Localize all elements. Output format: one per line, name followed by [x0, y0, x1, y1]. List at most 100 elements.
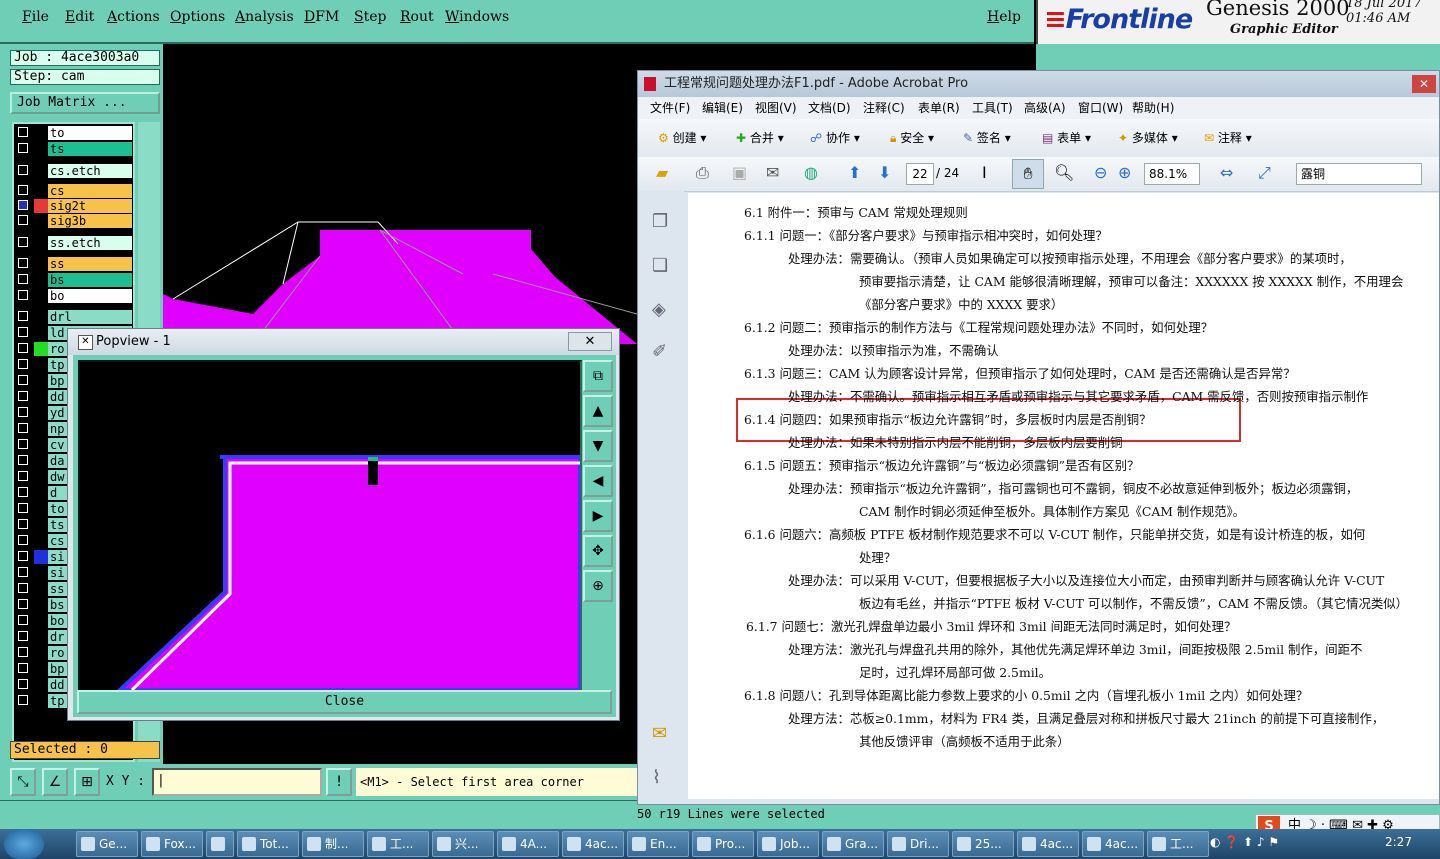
layer-checkbox[interactable] [18, 127, 28, 137]
layer-checkbox[interactable] [18, 455, 28, 465]
layer-row[interactable]: ss.etch [14, 236, 133, 250]
layer-indicator[interactable] [34, 126, 48, 140]
layer-indicator[interactable] [34, 486, 48, 500]
menu-edit-cn[interactable]: 编辑(E) [702, 97, 743, 119]
layer-name[interactable]: cs [48, 184, 132, 198]
menu-view-cn[interactable]: 视图(V) [755, 97, 797, 119]
zoom-out-icon-acro[interactable]: ⊖ [1094, 163, 1107, 182]
layer-checkbox[interactable] [18, 215, 28, 225]
layer-indicator[interactable] [34, 390, 48, 404]
taskbar-item[interactable] [206, 831, 234, 857]
fit-width-icon[interactable]: ⇔ [1220, 163, 1233, 182]
layer-checkbox[interactable] [18, 200, 28, 210]
attachments-icon[interactable]: ⌇ [652, 767, 661, 788]
combine-button[interactable]: ✚ 合并 ▾ [736, 129, 784, 146]
layer-row[interactable]: sig2t [14, 199, 133, 213]
taskbar-item[interactable]: Job... [757, 831, 819, 857]
select-tool-icon[interactable]: I [982, 163, 987, 182]
layer-checkbox[interactable] [18, 311, 28, 321]
layers-icon[interactable]: ◈ [652, 299, 666, 320]
layer-name[interactable]: ts [48, 142, 132, 156]
grid-button[interactable]: ⊞ [74, 768, 100, 796]
menu-actions[interactable]: Actions [107, 9, 160, 25]
taskbar-item[interactable]: 25... [952, 831, 1014, 857]
taskbar-item[interactable]: 制... [302, 831, 364, 857]
bookmarks-icon[interactable]: ❏ [652, 255, 668, 276]
create-button[interactable]: ⚙ 创建 ▾ [658, 129, 706, 146]
layer-checkbox[interactable] [18, 185, 28, 195]
layer-checkbox[interactable] [18, 407, 28, 417]
zoom-level-input[interactable]: 88.1% [1144, 163, 1200, 185]
popview-canvas[interactable] [78, 360, 582, 692]
layer-row[interactable]: bo [14, 289, 133, 303]
layer-name[interactable]: bs [48, 273, 132, 287]
layer-checkbox[interactable] [18, 647, 28, 657]
layer-indicator[interactable] [34, 374, 48, 388]
layer-row[interactable]: cs [14, 184, 133, 198]
comments-icon[interactable]: ✉ [652, 723, 667, 744]
taskbar-item[interactable]: 工... [1147, 831, 1209, 857]
layer-checkbox[interactable] [18, 519, 28, 529]
prev-page-icon[interactable]: ⬆ [848, 163, 861, 182]
menu-tools-cn[interactable]: 工具(T) [972, 97, 1013, 119]
layer-indicator[interactable] [34, 310, 48, 324]
layer-indicator[interactable] [34, 199, 48, 213]
layer-row[interactable]: to [14, 126, 133, 140]
layer-checkbox[interactable] [18, 343, 28, 353]
layer-row[interactable]: ts [14, 142, 133, 156]
multimedia-button[interactable]: ✦ 多媒体 ▾ [1118, 129, 1178, 146]
layer-indicator[interactable] [34, 694, 48, 708]
layer-checkbox[interactable] [18, 535, 28, 545]
layer-checkbox[interactable] [18, 258, 28, 268]
layer-row[interactable]: sig3b [14, 214, 133, 228]
layer-indicator[interactable] [34, 582, 48, 596]
pan-down-icon[interactable]: ▼ [583, 430, 613, 462]
fit-page-icon[interactable]: ⤢ [1258, 163, 1271, 183]
layer-checkbox[interactable] [18, 663, 28, 673]
menu-comment-cn[interactable]: 注释(C) [863, 97, 905, 119]
menu-forms-cn[interactable]: 表单(R) [918, 97, 960, 119]
menu-windows[interactable]: Windows [445, 9, 509, 25]
pan-up-icon[interactable]: ▲ [583, 395, 613, 427]
layer-checkbox[interactable] [18, 583, 28, 593]
layer-checkbox[interactable] [18, 567, 28, 577]
layer-indicator[interactable] [34, 518, 48, 532]
menu-edit[interactable]: Edit [65, 9, 94, 25]
layer-indicator[interactable] [34, 470, 48, 484]
layer-indicator[interactable] [34, 422, 48, 436]
layer-indicator[interactable] [34, 662, 48, 676]
acrobat-titlebar[interactable]: 工程常规问题处理办法F1.pdf - Adobe Acrobat Pro ✕ [638, 71, 1439, 97]
layer-indicator[interactable] [34, 184, 48, 198]
web-icon[interactable]: ◍ [804, 163, 818, 182]
layer-row[interactable]: cs.etch [14, 164, 133, 178]
taskbar-item[interactable]: Fox... [141, 831, 203, 857]
measure-button[interactable]: ∠ [42, 768, 68, 796]
menu-rout[interactable]: Rout [400, 9, 434, 25]
secure-button[interactable]: 🔒︎ 安全 ▾ [890, 129, 934, 146]
layer-checkbox[interactable] [18, 290, 28, 300]
layer-checkbox[interactable] [18, 615, 28, 625]
layer-indicator[interactable] [34, 273, 48, 287]
email-icon[interactable]: ✉ [766, 163, 779, 182]
pan-right-icon[interactable]: ▶ [583, 500, 613, 532]
layer-name[interactable]: drl [48, 310, 132, 324]
menu-options[interactable]: Options [170, 9, 225, 25]
layer-checkbox[interactable] [18, 471, 28, 481]
layer-name[interactable]: to [48, 126, 132, 140]
pdf-document[interactable]: 6.1 附件一：预审与 CAM 常规处理规则 6.1.1 问题一：《部分客户要求》… [688, 193, 1439, 799]
zoom-tool-icon[interactable]: 🔍︎ [1054, 163, 1074, 182]
popview-close-button[interactable]: Close [77, 690, 612, 714]
layer-indicator[interactable] [34, 289, 48, 303]
layer-name[interactable]: sig3b [48, 214, 132, 228]
layer-indicator[interactable] [34, 566, 48, 580]
zoom-in-icon[interactable]: ✥ [583, 535, 613, 567]
menu-help-cn[interactable]: 帮助(H) [1132, 97, 1174, 119]
hand-tool-icon[interactable]: ✋︎ [1012, 159, 1044, 189]
menu-advanced-cn[interactable]: 高级(A) [1024, 97, 1066, 119]
layer-name[interactable]: cs.etch [48, 164, 132, 178]
layer-indicator[interactable] [34, 142, 48, 156]
layer-name[interactable]: sig2t [48, 199, 132, 213]
taskbar-item[interactable]: 4A... [497, 831, 559, 857]
zoom-area-button[interactable]: ⤡ [10, 768, 36, 796]
taskbar-item[interactable]: Tot... [237, 831, 299, 857]
